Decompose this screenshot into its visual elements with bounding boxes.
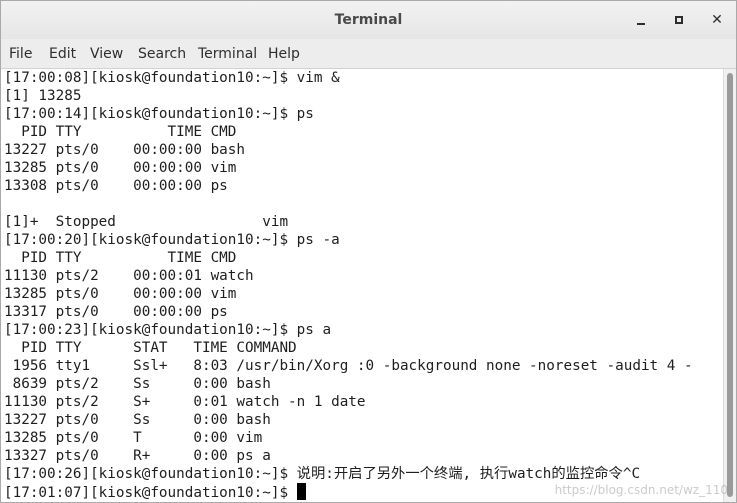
text-cursor bbox=[296, 483, 306, 500]
menu-search[interactable]: Search bbox=[138, 46, 186, 62]
terminal-line: [1] 13285 bbox=[4, 88, 82, 104]
terminal-line: [17:00:08][kiosk@foundation10:~]$ vim & bbox=[4, 70, 340, 86]
title-bar[interactable]: Terminal ✕ bbox=[1, 1, 736, 39]
terminal-line: 13317 pts/0 00:00:00 ps bbox=[4, 304, 228, 320]
terminal-line: 1956 tty1 Ssl+ 8:03 /usr/bin/Xorg :0 -ba… bbox=[4, 358, 693, 374]
maximize-icon bbox=[675, 16, 683, 24]
menu-terminal[interactable]: Terminal bbox=[198, 46, 257, 62]
terminal-line: 11130 pts/2 S+ 0:01 watch -n 1 date bbox=[4, 394, 366, 410]
menu-help[interactable]: Help bbox=[268, 46, 300, 62]
terminal-line: [17:00:26][kiosk@foundation10:~]$ 说明:开启了… bbox=[4, 466, 641, 482]
watermark: https://blog.csdn.net/wz_110 bbox=[554, 483, 728, 497]
minimize-icon bbox=[637, 23, 645, 25]
menu-edit[interactable]: Edit bbox=[49, 46, 76, 62]
terminal-line: PID TTY STAT TIME COMMAND bbox=[4, 340, 297, 356]
terminal-line: 13227 pts/0 00:00:00 bash bbox=[4, 142, 246, 158]
menu-file[interactable]: File bbox=[9, 46, 32, 62]
terminal-line: 11130 pts/2 00:00:01 watch bbox=[4, 268, 254, 284]
window-title: Terminal bbox=[334, 12, 403, 28]
menu-bar: File Edit View Search Terminal Help bbox=[1, 39, 736, 69]
terminal-line: [17:00:20][kiosk@foundation10:~]$ ps -a bbox=[4, 232, 340, 248]
terminal-line: 13327 pts/0 R+ 0:00 ps a bbox=[4, 448, 271, 464]
terminal-line: [17:00:23][kiosk@foundation10:~]$ ps a bbox=[4, 322, 332, 338]
scrollbar-thumb[interactable] bbox=[727, 73, 733, 497]
current-prompt: [17:01:07][kiosk@foundation10:~]$ bbox=[4, 485, 297, 501]
minimize-button[interactable] bbox=[631, 10, 651, 30]
maximize-button[interactable] bbox=[669, 10, 689, 30]
terminal-line: [1]+ Stopped vim bbox=[4, 214, 289, 230]
terminal-line: [17:00:14][kiosk@foundation10:~]$ ps bbox=[4, 106, 314, 122]
terminal-output[interactable]: [17:00:08][kiosk@foundation10:~]$ vim & … bbox=[1, 69, 723, 502]
terminal-line: 13227 pts/0 Ss 0:00 bash bbox=[4, 412, 271, 428]
terminal-line: 13285 pts/0 T 0:00 vim bbox=[4, 430, 263, 446]
terminal-window: Terminal ✕ File Edit View Search Termina… bbox=[0, 0, 737, 503]
vertical-scrollbar[interactable] bbox=[723, 69, 736, 502]
close-icon: ✕ bbox=[711, 12, 723, 28]
close-button[interactable]: ✕ bbox=[707, 10, 727, 30]
terminal-line: PID TTY TIME CMD bbox=[4, 250, 237, 266]
terminal-line: 8639 pts/2 Ss 0:00 bash bbox=[4, 376, 271, 392]
terminal-line: 13308 pts/0 00:00:00 ps bbox=[4, 178, 228, 194]
menu-view[interactable]: View bbox=[90, 46, 123, 62]
terminal-line: 13285 pts/0 00:00:00 vim bbox=[4, 160, 237, 176]
terminal-line: 13285 pts/0 00:00:00 vim bbox=[4, 286, 237, 302]
terminal-prompt-line[interactable]: [17:01:07][kiosk@foundation10:~]$ bbox=[4, 483, 306, 501]
terminal-line: PID TTY TIME CMD bbox=[4, 124, 237, 140]
